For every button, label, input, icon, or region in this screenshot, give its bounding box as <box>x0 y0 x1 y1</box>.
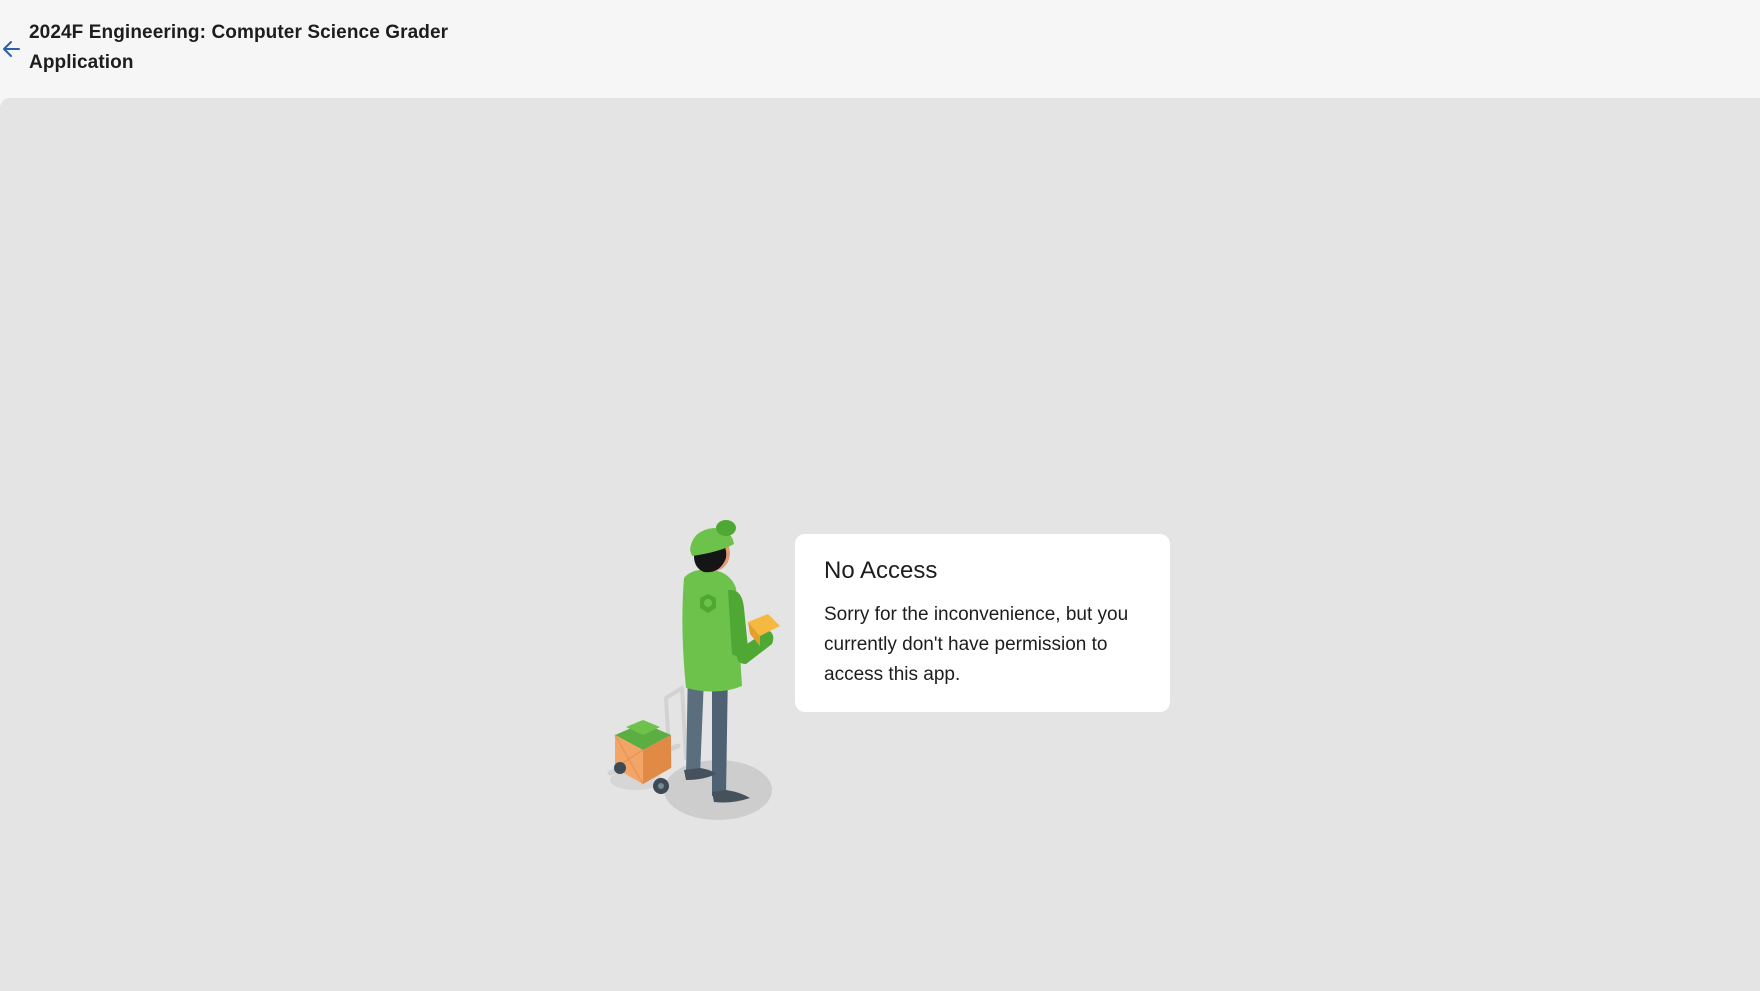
delivery-person-illustration <box>600 518 800 828</box>
no-access-card: No Access Sorry for the inconvenience, b… <box>795 534 1170 712</box>
back-button[interactable] <box>0 36 22 62</box>
no-access-message: Sorry for the inconvenience, but you cur… <box>824 604 1129 685</box>
no-access-title: No Access <box>824 557 938 584</box>
app-header: 2024F Engineering: Computer Science Grad… <box>0 0 1760 98</box>
arrow-left-icon <box>3 41 20 57</box>
app-title: 2024F Engineering: Computer Science Grad… <box>29 22 449 73</box>
